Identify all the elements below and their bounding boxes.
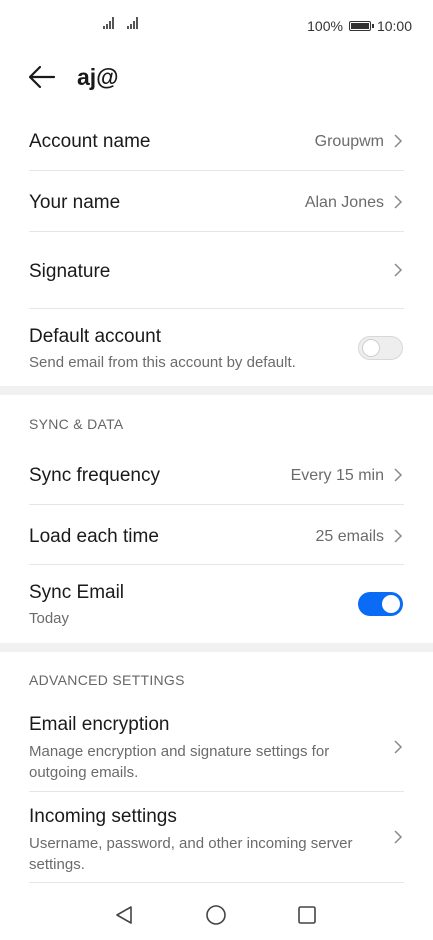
square-recents-icon[interactable] bbox=[297, 905, 317, 925]
status-right: 100% 10:00 bbox=[307, 18, 412, 34]
sync-email-label: Sync Email bbox=[29, 582, 125, 603]
sync-frequency-value: Every 15 min bbox=[290, 467, 384, 484]
your-name-label: Your name bbox=[29, 192, 121, 213]
incoming-settings-row[interactable]: Incoming settings Username, password, an… bbox=[29, 792, 404, 883]
battery-percent: 100% bbox=[307, 18, 343, 34]
load-each-time-label: Load each time bbox=[29, 526, 159, 547]
your-name-row[interactable]: Your name Alan Jones bbox=[29, 171, 404, 232]
account-name-value: Groupwm bbox=[314, 133, 384, 150]
chevron-right-icon bbox=[394, 134, 403, 148]
back-arrow-icon[interactable] bbox=[26, 64, 58, 90]
account-name-row[interactable]: Account name Groupwm bbox=[29, 111, 404, 171]
clock: 10:00 bbox=[376, 18, 412, 34]
sync-email-row[interactable]: Sync Email Today bbox=[29, 565, 404, 643]
battery-icon bbox=[348, 21, 374, 31]
chevron-right-icon bbox=[394, 830, 403, 844]
signal-strength-icon bbox=[127, 17, 138, 29]
signal-strength-icon bbox=[103, 17, 114, 29]
chevron-right-icon bbox=[394, 529, 403, 543]
chevron-right-icon bbox=[394, 468, 403, 482]
page-title: aj@ bbox=[77, 64, 119, 90]
chevron-right-icon bbox=[394, 740, 403, 754]
sync-frequency-label: Sync frequency bbox=[29, 465, 160, 486]
section-header-sync-data: SYNC & DATA bbox=[29, 416, 124, 432]
signature-label: Signature bbox=[29, 261, 111, 282]
default-account-description: Send email from this account by default. bbox=[29, 354, 296, 371]
signature-row[interactable]: Signature bbox=[29, 232, 404, 309]
email-encryption-row[interactable]: Email encryption Manage encryption and s… bbox=[29, 701, 404, 792]
triangle-back-icon[interactable] bbox=[113, 904, 135, 926]
navigation-bar bbox=[0, 886, 433, 940]
section-divider bbox=[0, 643, 433, 652]
sync-email-description: Today bbox=[29, 610, 70, 627]
circle-home-icon[interactable] bbox=[205, 904, 227, 926]
your-name-value: Alan Jones bbox=[304, 194, 384, 211]
default-account-row[interactable]: Default account Send email from this acc… bbox=[29, 309, 404, 386]
section-divider bbox=[0, 386, 433, 395]
incoming-settings-description: Username, password, and other incoming s… bbox=[29, 835, 353, 873]
app-bar: aj@ bbox=[0, 52, 433, 108]
chevron-right-icon bbox=[394, 263, 403, 277]
status-bar: 100% 10:00 bbox=[0, 0, 433, 52]
default-account-label: Default account bbox=[29, 326, 162, 347]
sync-frequency-row[interactable]: Sync frequency Every 15 min bbox=[29, 445, 404, 505]
account-name-label: Account name bbox=[29, 131, 151, 152]
default-account-toggle[interactable] bbox=[358, 336, 403, 360]
email-encryption-label: Email encryption bbox=[29, 714, 170, 735]
load-each-time-row[interactable]: Load each time 25 emails bbox=[29, 505, 404, 565]
email-encryption-description: Manage encryption and signature settings… bbox=[29, 743, 330, 781]
load-each-time-value: 25 emails bbox=[315, 528, 384, 545]
chevron-right-icon bbox=[394, 195, 403, 209]
section-header-advanced-settings: ADVANCED SETTINGS bbox=[29, 672, 185, 688]
incoming-settings-label: Incoming settings bbox=[29, 806, 177, 827]
sync-email-toggle[interactable] bbox=[358, 592, 403, 616]
